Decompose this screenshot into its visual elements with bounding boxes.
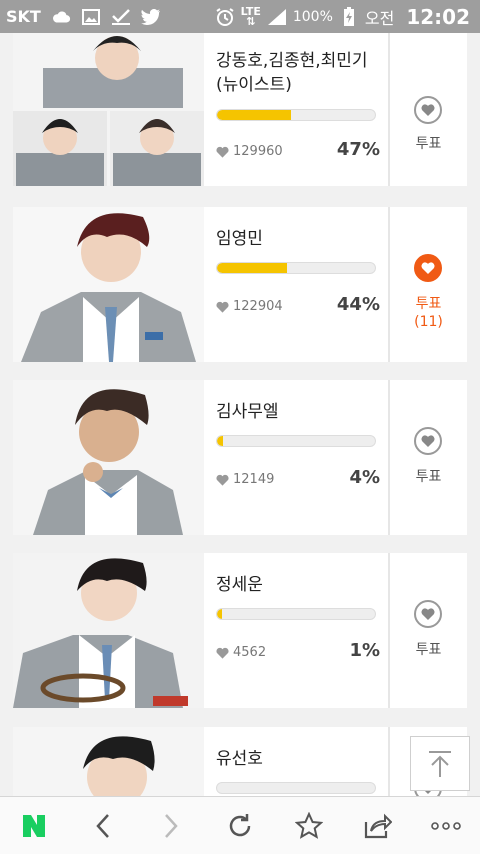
vote-count-total: 4562 [233,645,267,660]
bookmark-button[interactable] [285,802,333,850]
alarm-icon [215,7,235,26]
naver-logo-icon [23,814,46,837]
candidate-name: 임영민 [216,229,263,249]
vote-percent: 47% [336,139,380,160]
heart-icon [216,474,229,486]
battery-charging-icon [339,6,359,26]
candidate-card: 유선호 [13,727,467,796]
vote-label[interactable]: 투표 [390,133,467,153]
candidate-card: 김사무엘 12149 4% 투표 [13,380,467,535]
browser-bottom-bar [0,796,480,854]
cloud-icon [51,8,71,26]
back-button[interactable] [79,802,127,850]
lte-indicator: LTE ⇅ [241,6,261,28]
vote-progress-fill [217,609,222,619]
heart-icon [216,146,229,158]
candidate-photo [13,380,204,535]
arrow-up-icon [429,750,451,777]
vote-progress-bar [216,608,376,620]
star-icon [294,811,323,839]
naver-home-button[interactable] [10,802,58,850]
candidate-name-line2: (뉴이스트) [216,75,292,95]
share-button[interactable] [353,802,401,850]
heart-icon [216,647,229,659]
vote-button[interactable]: 투표 (11) [390,207,467,362]
more-button[interactable] [422,802,470,850]
ampm-label: 오전 [364,8,395,28]
status-bar: SKT LTE ⇅ 100% 오전 12:02 [0,0,480,33]
twitter-icon [140,8,161,26]
vote-percent: 1% [349,640,380,661]
signal-icon [267,8,287,26]
scroll-to-top-button[interactable] [410,736,470,791]
vote-button[interactable]: 투표 [390,380,467,535]
candidate-name: 강동호,김종현,최민기 [216,51,368,71]
data-arrows-icon: ⇅ [246,14,256,28]
battery-percent: 100% [292,8,333,25]
forward-button[interactable] [147,802,195,850]
candidate-name: 김사무엘 [216,402,279,422]
download-done-icon [111,8,131,26]
vote-progress-fill [217,436,224,446]
heart-outline-icon[interactable] [414,600,442,628]
vote-list[interactable]: 강동호,김종현,최민기 (뉴이스트) 129960 47% 투표 임영민 122… [0,33,480,796]
vote-button[interactable]: 투표 [390,553,467,708]
vote-progress-fill [217,110,292,120]
candidate-card: 임영민 122904 44% 투표 (11) [13,207,467,362]
candidate-photo [13,33,204,186]
candidate-card: 강동호,김종현,최민기 (뉴이스트) 129960 47% 투표 [13,33,467,186]
candidate-name: 정세운 [216,575,263,595]
gallery-icon [81,8,101,26]
candidate-card: 정세운 4562 1% 투표 [13,553,467,708]
chevron-right-icon [165,813,179,838]
vote-count-total: 122904 [233,299,283,314]
vote-progress-bar [216,435,376,447]
share-icon [364,813,393,838]
vote-label[interactable]: 투표 [390,293,467,313]
candidate-photo [13,207,204,362]
heart-filled-icon[interactable] [414,254,442,282]
clock: 12:02 [406,4,470,29]
refresh-button[interactable] [216,802,264,850]
chevron-left-icon [96,813,109,838]
vote-percent: 44% [336,294,380,315]
vote-count-total: 12149 [233,472,275,487]
candidate-name: 유선호 [216,749,263,769]
my-vote-count: (11) [414,314,443,330]
candidate-photo [13,727,204,796]
vote-progress-bar [216,109,376,121]
vote-percent: 4% [349,467,380,488]
more-dots-icon [430,821,461,830]
heart-outline-icon[interactable] [414,427,442,455]
vote-count-total: 129960 [233,144,283,159]
vote-progress-fill [217,263,287,273]
vote-button[interactable]: 투표 [390,33,467,186]
vote-label[interactable]: 투표 [390,466,467,486]
candidate-photo [13,553,204,708]
heart-icon [216,301,229,313]
vote-progress-bar [216,262,376,274]
vote-label[interactable]: 투표 [390,639,467,659]
vote-progress-bar [216,782,376,794]
carrier-label: SKT [6,7,41,26]
refresh-icon [229,813,251,836]
heart-outline-icon[interactable] [414,96,442,124]
